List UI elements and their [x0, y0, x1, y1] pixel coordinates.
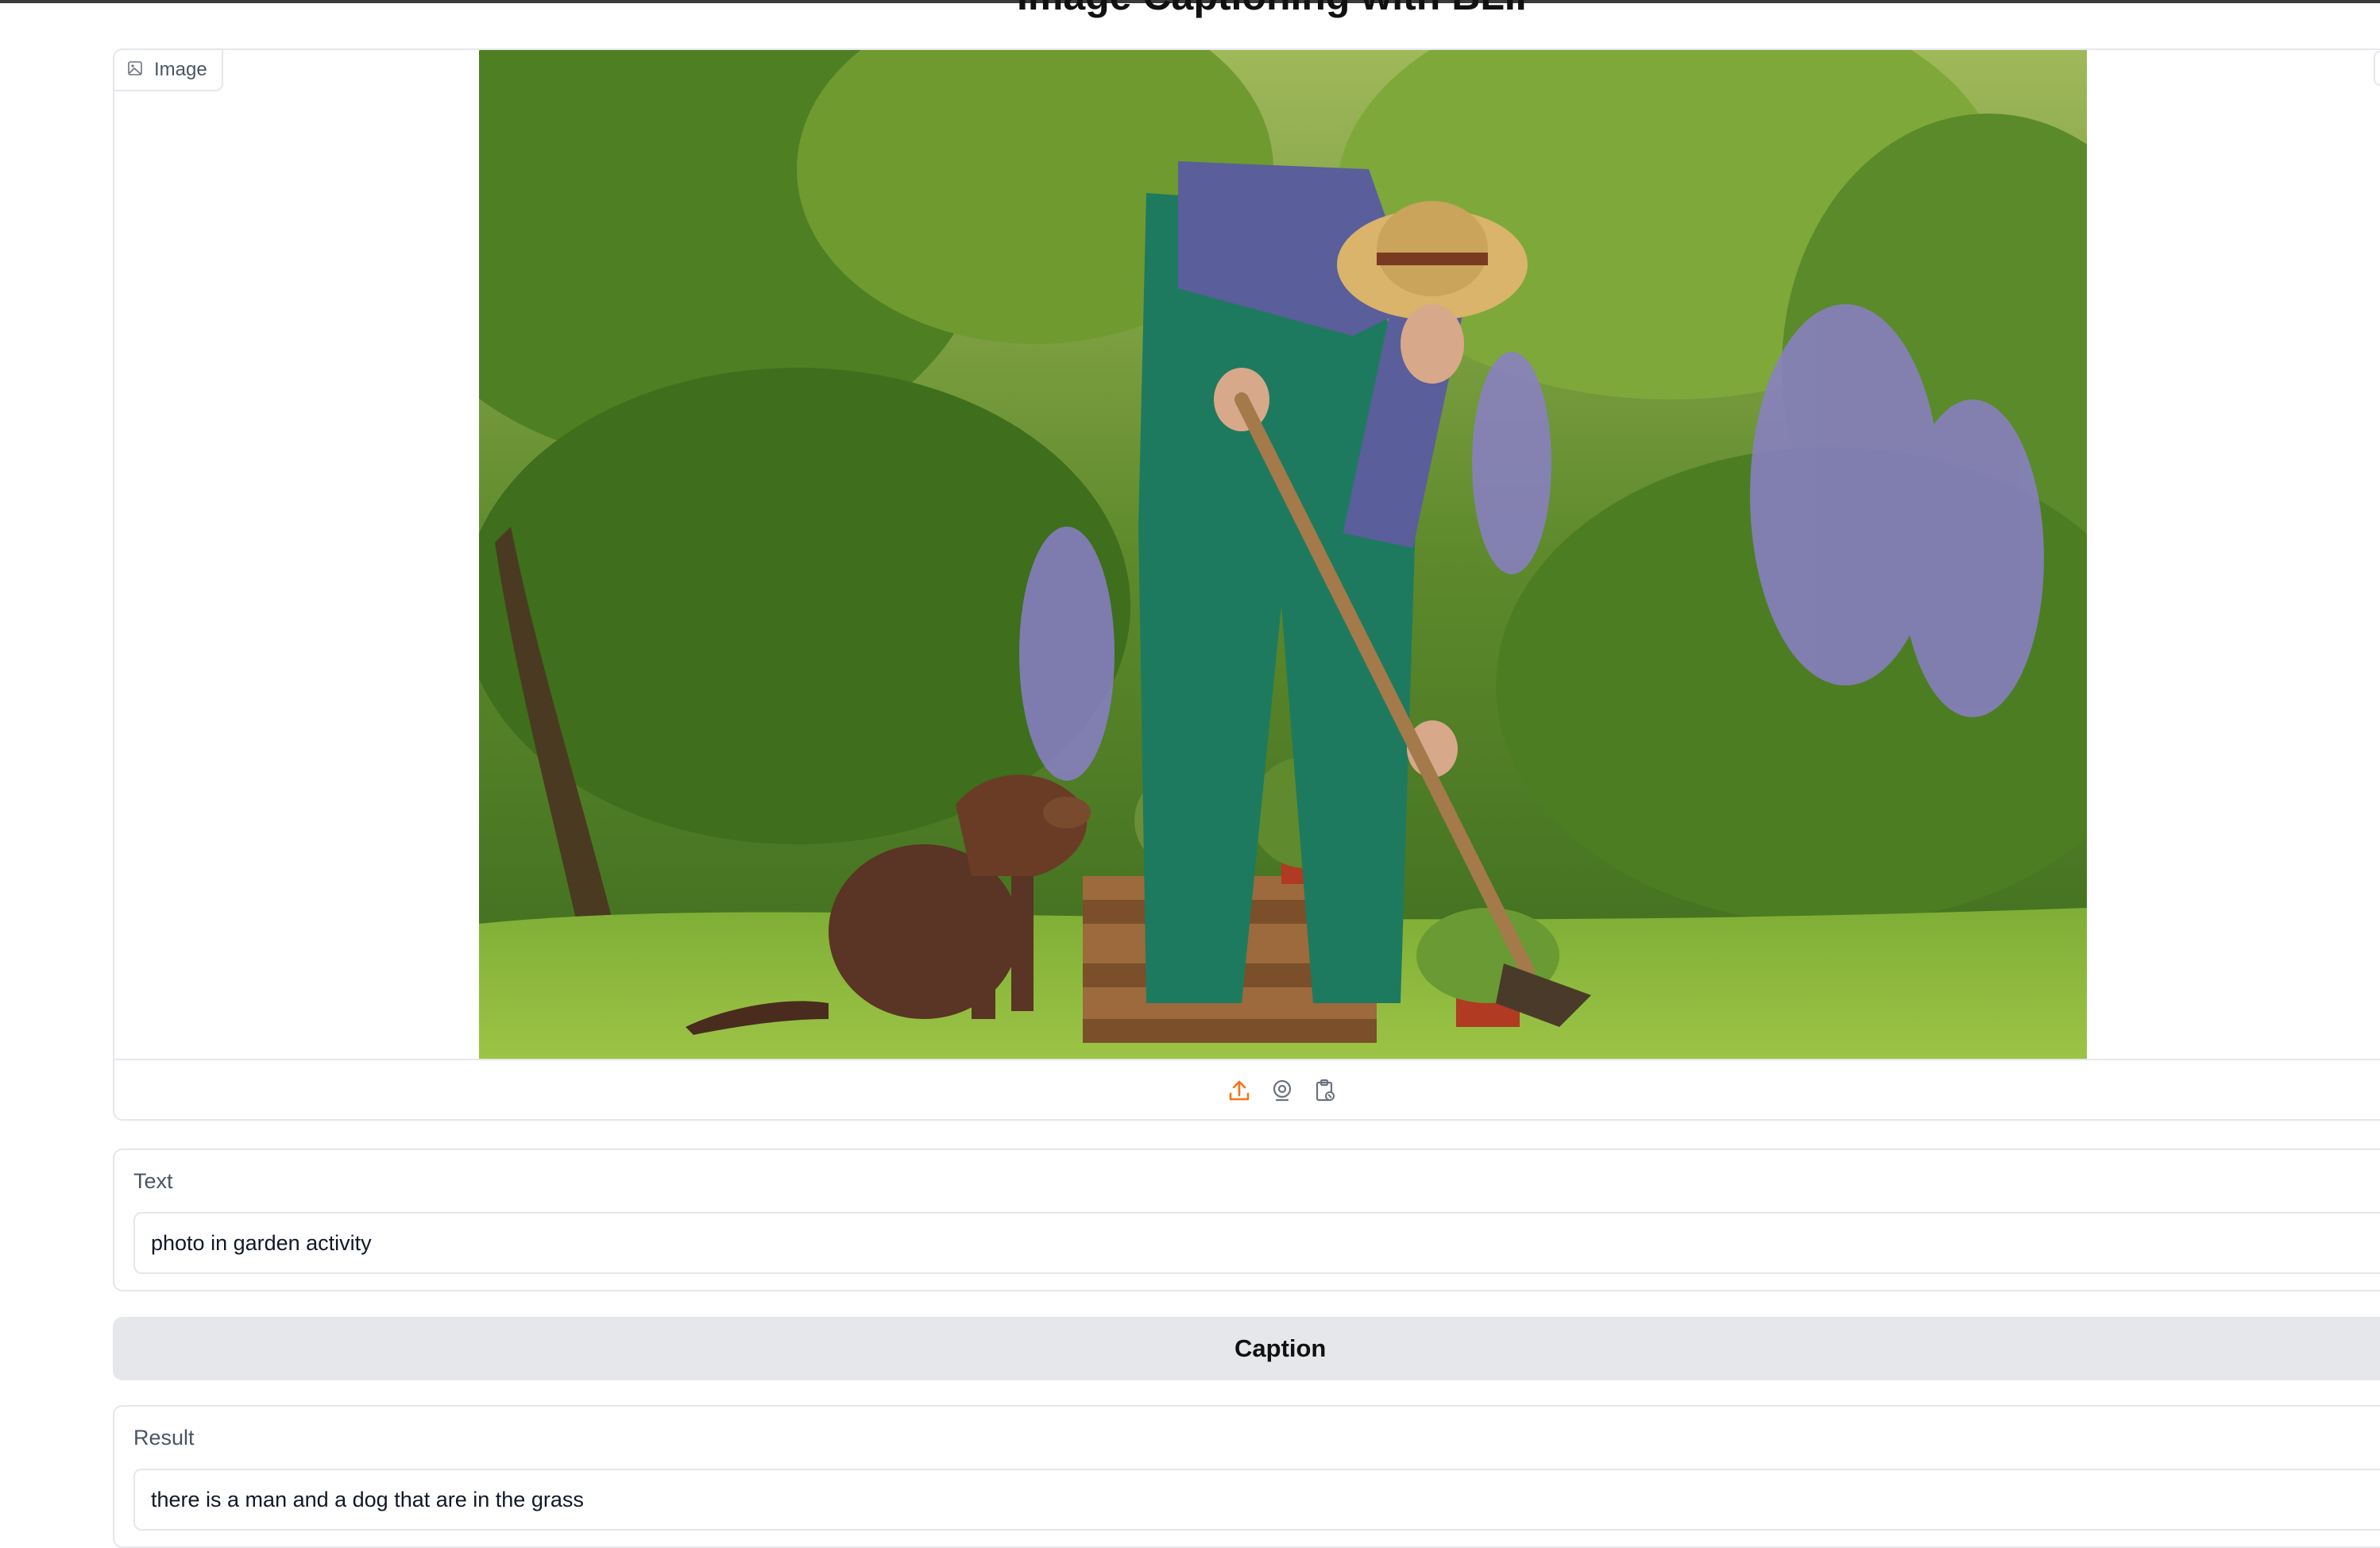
- text-input[interactable]: [133, 1212, 2380, 1274]
- text-label: Text: [133, 1169, 173, 1193]
- result-block: Result: [113, 1405, 2380, 1548]
- image-source-toolbar: [114, 1060, 2380, 1121]
- result-label: Result: [133, 1426, 195, 1450]
- webcam-icon[interactable]: [1269, 1078, 1295, 1103]
- image-input-block: Image: [113, 48, 2380, 1121]
- caption-button-label: Caption: [1234, 1334, 1327, 1362]
- clipboard-icon[interactable]: [1312, 1078, 1338, 1103]
- page-title: Image Captioning with BLIP: [1017, 0, 1542, 16]
- text-input-block: Text: [113, 1148, 2380, 1291]
- image-label-tag: Image: [114, 50, 223, 91]
- side-panel-tab[interactable]: [2374, 51, 2380, 86]
- upload-icon[interactable]: [1227, 1078, 1252, 1103]
- image-label-text: Image: [154, 59, 207, 80]
- uploaded-photo[interactable]: [479, 50, 2087, 1059]
- image-icon: [127, 60, 143, 80]
- result-output[interactable]: [133, 1469, 2380, 1531]
- caption-button[interactable]: Caption: [113, 1317, 2380, 1380]
